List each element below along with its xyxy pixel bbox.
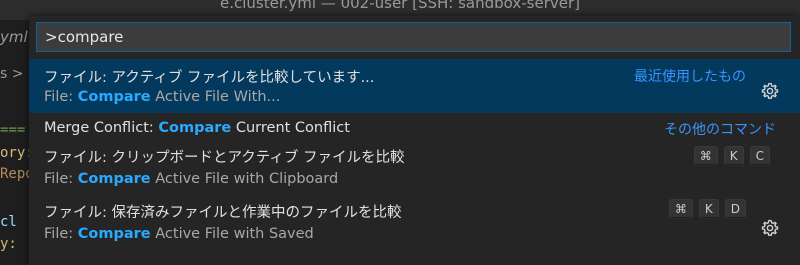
detail-suffix: Active File with Saved	[150, 226, 314, 242]
key-d: D	[724, 199, 746, 219]
editor-tab-fragment[interactable]: yml	[0, 28, 28, 46]
keybinding: ⌘ K C	[693, 146, 770, 166]
group-label-recent: 最近使用したもの	[634, 69, 746, 85]
match-highlight: Compare	[158, 120, 232, 136]
command-label: Merge Conflict: Compare Current Conflict	[44, 120, 350, 136]
gear-icon[interactable]	[760, 81, 780, 101]
key-k: K	[723, 146, 744, 166]
command-item-compare-active-file-with[interactable]: ファイル: アクティブ ファイルを比較しています... File: Compar…	[29, 59, 800, 113]
window-title: e.cluster.yml — 002-user [SSH: sandbox-s…	[219, 0, 580, 12]
key-k: K	[698, 199, 719, 219]
command-item-compare-with-saved[interactable]: ファイル: 保存済みファイルと作業中のファイルを比較 File: Compare…	[29, 196, 800, 252]
command-palette: ファイル: アクティブ ファイルを比較しています... File: Compar…	[29, 16, 800, 265]
command-search-box[interactable]	[36, 22, 791, 52]
command-item-merge-conflict-compare[interactable]: Merge Conflict: Compare Current Conflict…	[29, 113, 800, 140]
detail-suffix: Active File with Clipboard	[150, 171, 339, 187]
command-detail: File: Compare Active File with Saved	[44, 226, 314, 242]
detail-prefix: File:	[44, 89, 78, 105]
detail-prefix: File:	[44, 226, 78, 242]
match-highlight: Compare	[77, 226, 151, 242]
detail-suffix: Active File With...	[150, 89, 281, 105]
label-prefix: Merge Conflict:	[44, 120, 159, 136]
detail-prefix: File:	[44, 171, 78, 187]
gear-icon[interactable]	[760, 218, 780, 238]
code-line: y:	[0, 236, 17, 252]
key-c: C	[749, 146, 770, 166]
key-cmd: ⌘	[668, 199, 693, 219]
breadcrumb-fragment[interactable]: s >	[0, 66, 23, 82]
code-line: cl	[0, 214, 17, 230]
code-line: ===	[0, 122, 26, 138]
match-highlight: Compare	[77, 89, 151, 105]
command-label: ファイル: アクティブ ファイルを比較しています...	[44, 70, 375, 86]
label-suffix: Current Conflict	[231, 120, 350, 136]
match-highlight: Compare	[77, 171, 151, 187]
keybinding: ⌘ K D	[668, 199, 746, 219]
command-detail: File: Compare Active File With...	[44, 89, 280, 105]
command-detail: File: Compare Active File with Clipboard	[44, 171, 338, 187]
command-label: ファイル: 保存済みファイルと作業中のファイルを比較	[44, 205, 402, 221]
command-item-compare-with-clipboard[interactable]: ファイル: クリップボードとアクティブ ファイルを比較 File: Compar…	[29, 140, 800, 196]
command-search-input[interactable]	[37, 23, 790, 51]
command-label: ファイル: クリップボードとアクティブ ファイルを比較	[44, 150, 405, 166]
group-label-other: その他のコマンド	[664, 122, 776, 138]
key-cmd: ⌘	[693, 146, 718, 166]
command-list: ファイル: アクティブ ファイルを比較しています... File: Compar…	[29, 59, 800, 252]
